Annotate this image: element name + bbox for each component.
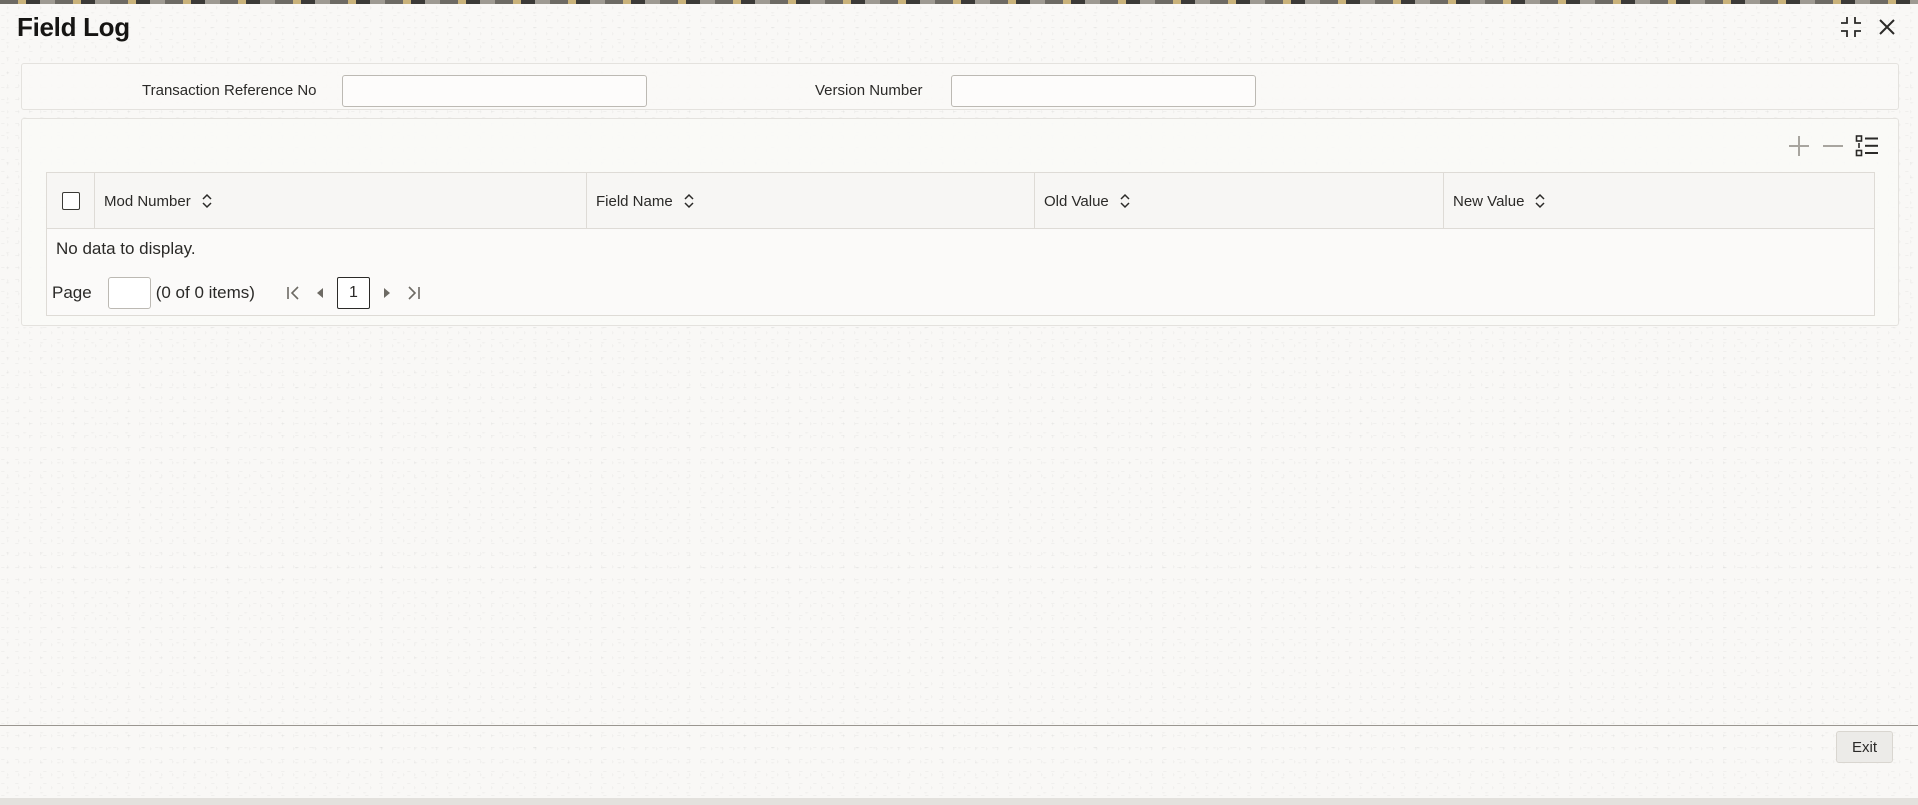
footer-divider xyxy=(0,725,1918,726)
minimize-button[interactable] xyxy=(1838,14,1864,40)
column-list-icon xyxy=(1855,135,1878,157)
close-button[interactable] xyxy=(1874,14,1900,40)
sort-icon[interactable] xyxy=(683,193,695,209)
add-icon xyxy=(1789,136,1809,156)
page-number-input[interactable] xyxy=(107,277,151,309)
previous-page-icon xyxy=(316,288,323,298)
next-page-icon xyxy=(383,288,390,298)
column-label: New Value xyxy=(1453,192,1525,210)
field-log-table: Mod Number Field Name Old Value New Valu… xyxy=(46,172,1875,316)
version-number-label: Version Number xyxy=(815,82,923,99)
add-row-button[interactable] xyxy=(1786,133,1812,159)
column-label: Old Value xyxy=(1044,192,1109,210)
column-header-field-name[interactable]: Field Name xyxy=(586,173,1034,229)
version-number-input[interactable] xyxy=(951,75,1256,107)
next-page-button[interactable] xyxy=(374,280,400,306)
exit-button[interactable]: Exit xyxy=(1836,731,1893,763)
remove-row-button[interactable] xyxy=(1820,133,1846,159)
close-icon xyxy=(1879,19,1895,35)
first-page-button[interactable] xyxy=(281,280,307,306)
items-count: (0 of 0 items) xyxy=(155,283,255,302)
column-label: Mod Number xyxy=(104,192,191,210)
minimize-icon xyxy=(1841,17,1861,37)
bottom-strip xyxy=(0,798,1918,805)
transaction-ref-label: Transaction Reference No xyxy=(142,82,317,99)
remove-icon xyxy=(1823,145,1843,147)
sort-icon[interactable] xyxy=(201,193,213,209)
window-controls xyxy=(1838,14,1900,40)
pagination: Page (0 of 0 items) 1 xyxy=(52,277,426,309)
column-header-old-value[interactable]: Old Value xyxy=(1034,173,1443,229)
empty-message: No data to display. xyxy=(56,239,196,258)
column-label: Field Name xyxy=(596,192,673,210)
previous-page-button[interactable] xyxy=(307,280,333,306)
current-page-indicator[interactable]: 1 xyxy=(336,277,370,309)
first-page-icon xyxy=(287,286,299,300)
field-log-window: Field Log Transaction Reference No Versi… xyxy=(0,0,1918,805)
page-title: Field Log xyxy=(17,12,130,42)
column-header-mod-number[interactable]: Mod Number xyxy=(94,173,586,229)
page-label: Page xyxy=(52,283,92,302)
sort-icon[interactable] xyxy=(1119,193,1131,209)
column-header-new-value[interactable]: New Value xyxy=(1443,173,1874,229)
table-header: Mod Number Field Name Old Value New Valu… xyxy=(47,173,1874,229)
last-page-button[interactable] xyxy=(400,280,426,306)
grid-toolbar xyxy=(1786,133,1880,159)
transaction-ref-input[interactable] xyxy=(342,75,647,107)
select-all-checkbox[interactable] xyxy=(62,192,80,210)
sort-icon[interactable] xyxy=(1534,193,1546,209)
column-list-button[interactable] xyxy=(1854,133,1880,159)
top-decorative-strip xyxy=(0,0,1918,4)
last-page-icon xyxy=(408,286,420,300)
